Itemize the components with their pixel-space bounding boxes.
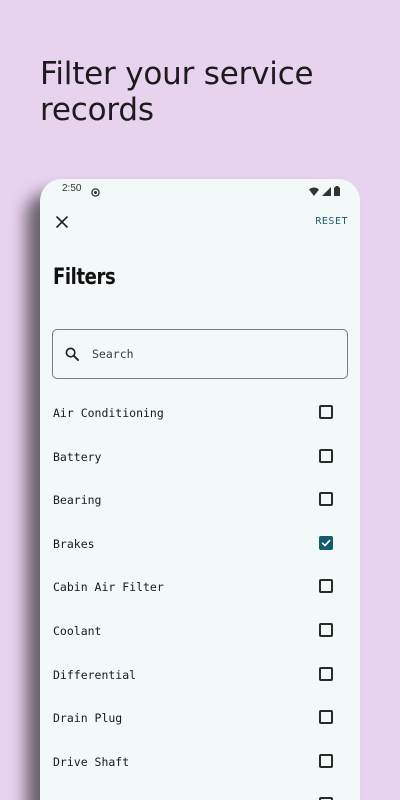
filter-row[interactable]: Drive Shaft: [40, 740, 360, 784]
filter-row[interactable]: Differential: [40, 653, 360, 697]
filter-row[interactable]: Brakes: [40, 522, 360, 566]
phone-screen: 2:50 RESET Filters Search Air Conditioni: [40, 179, 360, 800]
filter-checkbox[interactable]: [319, 753, 333, 768]
filter-row[interactable]: Air Conditioning: [40, 391, 360, 435]
filter-row[interactable]: Coolant: [40, 609, 360, 653]
reset-button[interactable]: RESET: [315, 216, 348, 227]
page-title: Filters: [53, 265, 116, 290]
check-icon: [321, 539, 331, 547]
filter-row[interactable]: Bearing: [40, 478, 360, 522]
filter-row[interactable]: Drain Plug: [40, 696, 360, 740]
search-placeholder: Search: [92, 347, 134, 361]
filter-label: Differential: [53, 667, 137, 682]
filter-checkbox[interactable]: [319, 622, 333, 637]
filter-label: Brakes: [53, 536, 95, 551]
filter-row[interactable]: Battery: [40, 435, 360, 479]
filter-checkbox[interactable]: [319, 492, 333, 507]
wifi-icon: [309, 183, 319, 201]
marketing-headline: Filter your service records: [40, 56, 314, 128]
status-time: 2:50: [62, 183, 82, 194]
filter-checkbox[interactable]: [319, 405, 333, 419]
close-button[interactable]: [52, 214, 72, 234]
status-bar: 2:50: [40, 179, 360, 199]
filter-checkbox[interactable]: [319, 710, 333, 725]
notification-icon: [91, 184, 100, 197]
filter-checkbox[interactable]: [319, 666, 333, 681]
filter-label: Drain Plug: [53, 711, 123, 726]
filter-label: Coolant: [53, 623, 102, 638]
filter-label: Cabin Air Filter: [53, 580, 164, 595]
filter-label: Bearing: [53, 493, 102, 508]
filter-label: Air Conditioning: [53, 406, 164, 420]
search-icon: [64, 346, 80, 362]
battery-icon: [334, 183, 340, 201]
close-icon: [56, 215, 68, 233]
filter-label: Battery: [53, 449, 102, 464]
search-input[interactable]: Search: [52, 329, 348, 379]
filter-checkbox[interactable]: [319, 579, 333, 594]
filter-row[interactable]: Cabin Air Filter: [40, 565, 360, 609]
filter-list: Air Conditioning Battery Bearing Brakes Cabi…: [40, 391, 360, 800]
status-icons: [309, 183, 340, 201]
filter-row[interactable]: [40, 783, 360, 800]
cellular-signal-icon: [322, 183, 331, 201]
filter-checkbox[interactable]: [319, 448, 333, 463]
filter-checkbox[interactable]: [319, 535, 333, 550]
filter-label: Drive Shaft: [53, 754, 130, 769]
